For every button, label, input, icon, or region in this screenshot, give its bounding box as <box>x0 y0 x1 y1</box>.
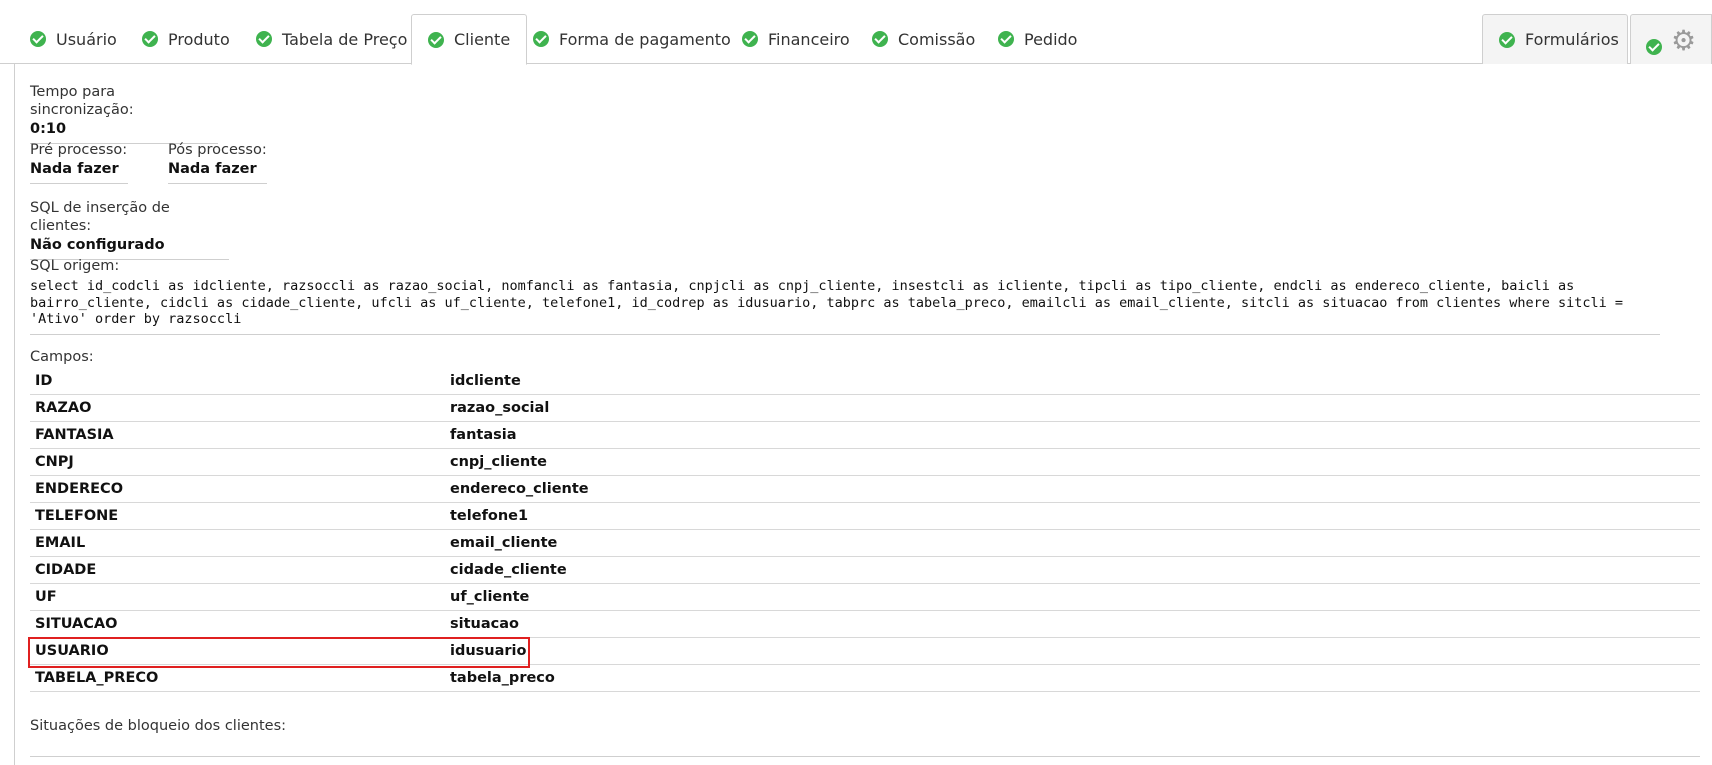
field-key: SITUACAO <box>35 616 118 632</box>
field-value: razao_social <box>450 400 550 416</box>
tab-label: Pedido <box>1024 29 1078 49</box>
tab-usuario[interactable]: Usuário <box>30 14 117 64</box>
tab-label: Tabela de Preço <box>282 29 408 49</box>
field-key: USUARIO <box>35 643 109 659</box>
divider <box>30 756 1700 757</box>
tab-label: Forma de pagamento <box>559 29 731 49</box>
field-key: UF <box>35 589 57 605</box>
insert-sql-label: SQL de inserção de clientes: <box>30 200 170 234</box>
check-icon <box>1646 39 1662 55</box>
field-value: telefone1 <box>450 508 529 524</box>
pre-process-label: Pré processo: <box>30 142 128 158</box>
field-key: RAZAO <box>35 400 92 416</box>
field-value: cidade_cliente <box>450 562 567 578</box>
tab-forma-de-pagamento[interactable]: Forma de pagamento <box>533 14 731 64</box>
sync-time-label: Tempo para sincronização: <box>30 84 134 118</box>
tab-formularios[interactable]: Formulários <box>1482 14 1628 64</box>
pre-process-field: Pré processo: Nada fazer <box>30 141 128 184</box>
fields-section: Campos: <box>30 348 94 366</box>
table-row: ENDERECO endereco_cliente <box>30 476 1700 503</box>
check-icon <box>533 31 549 47</box>
field-value: cnpj_cliente <box>450 454 547 470</box>
field-key: TABELA_PRECO <box>35 670 159 686</box>
tab-comissao[interactable]: Comissão <box>872 14 975 64</box>
fields-label: Campos: <box>30 349 94 365</box>
fields-table: ID idcliente RAZAO razao_social FANTASIA fa… <box>28 368 1700 692</box>
field-key: CIDADE <box>35 562 97 578</box>
gear-icon[interactable]: ⚙ <box>1671 27 1696 55</box>
tab-tabela-de-preco[interactable]: Tabela de Preço <box>256 14 407 64</box>
pos-process-field: Pós processo: Nada fazer <box>168 141 267 184</box>
table-row: TABELA_PRECO tabela_preco <box>30 665 1700 692</box>
table-row: TELEFONE telefone1 <box>30 503 1700 530</box>
field-key: ID <box>35 373 53 389</box>
table-row: ID idcliente <box>30 368 1700 395</box>
check-icon <box>142 31 158 47</box>
pre-process-value: Nada fazer <box>30 159 128 184</box>
field-key: ENDERECO <box>35 481 124 497</box>
table-row-highlighted: USUARIO idusuario <box>28 637 1700 668</box>
tab-label: Financeiro <box>768 29 850 49</box>
table-row: RAZAO razao_social <box>30 395 1700 422</box>
block-situations-label: Situações de bloqueio dos clientes: <box>30 718 287 734</box>
block-situations-section: Situações de bloqueio dos clientes: <box>30 717 286 735</box>
check-icon <box>872 31 888 47</box>
field-value: tabela_preco <box>450 670 555 686</box>
tab-cliente[interactable]: Cliente <box>411 14 528 65</box>
table-row: SITUACAO situacao <box>30 611 1700 638</box>
table-row: FANTASIA fantasia <box>30 422 1700 449</box>
check-icon <box>428 31 444 48</box>
origin-sql-label: SQL origem: <box>30 258 120 274</box>
sync-time-field: Tempo para sincronização: 0:10 <box>30 83 218 144</box>
field-key: EMAIL <box>35 535 86 551</box>
field-value: endereco_cliente <box>450 481 589 497</box>
field-value: fantasia <box>450 427 517 443</box>
tab-label: Comissão <box>898 29 976 49</box>
field-value: situacao <box>450 616 519 632</box>
settings-tab[interactable]: ⚙ <box>1630 14 1712 64</box>
origin-sql-value: select id_codcli as idcliente, razsoccli… <box>30 278 1660 335</box>
tab-label: Usuário <box>56 29 117 49</box>
tab-financeiro[interactable]: Financeiro <box>742 14 850 64</box>
origin-sql-field: SQL origem: <box>30 257 119 275</box>
tab-produto[interactable]: Produto <box>142 14 230 64</box>
check-icon <box>998 31 1014 47</box>
insert-sql-field: SQL de inserção de clientes: Não configu… <box>30 199 229 260</box>
pos-process-value: Nada fazer <box>168 159 267 184</box>
tab-label: Produto <box>168 29 230 49</box>
check-icon <box>742 31 758 47</box>
check-icon <box>256 31 272 47</box>
field-key: TELEFONE <box>35 508 119 524</box>
table-row: UF uf_cliente <box>30 584 1700 611</box>
field-value: idcliente <box>450 373 521 389</box>
field-value: email_cliente <box>450 535 558 551</box>
table-row: CIDADE cidade_cliente <box>30 557 1700 584</box>
check-icon <box>1499 31 1515 48</box>
tab-label: Cliente <box>454 30 511 49</box>
field-value: idusuario <box>450 643 527 659</box>
check-icon <box>30 31 46 47</box>
tab-bar: Usuário Produto Tabela de Preço Cliente … <box>0 0 1712 65</box>
field-key: FANTASIA <box>35 427 114 443</box>
field-key: CNPJ <box>35 454 74 470</box>
field-value: uf_cliente <box>450 589 530 605</box>
pos-process-label: Pós processo: <box>168 142 267 158</box>
table-row: EMAIL email_cliente <box>30 530 1700 557</box>
table-row: CNPJ cnpj_cliente <box>30 449 1700 476</box>
tab-pedido[interactable]: Pedido <box>998 14 1077 64</box>
tab-label: Formulários <box>1525 30 1619 49</box>
